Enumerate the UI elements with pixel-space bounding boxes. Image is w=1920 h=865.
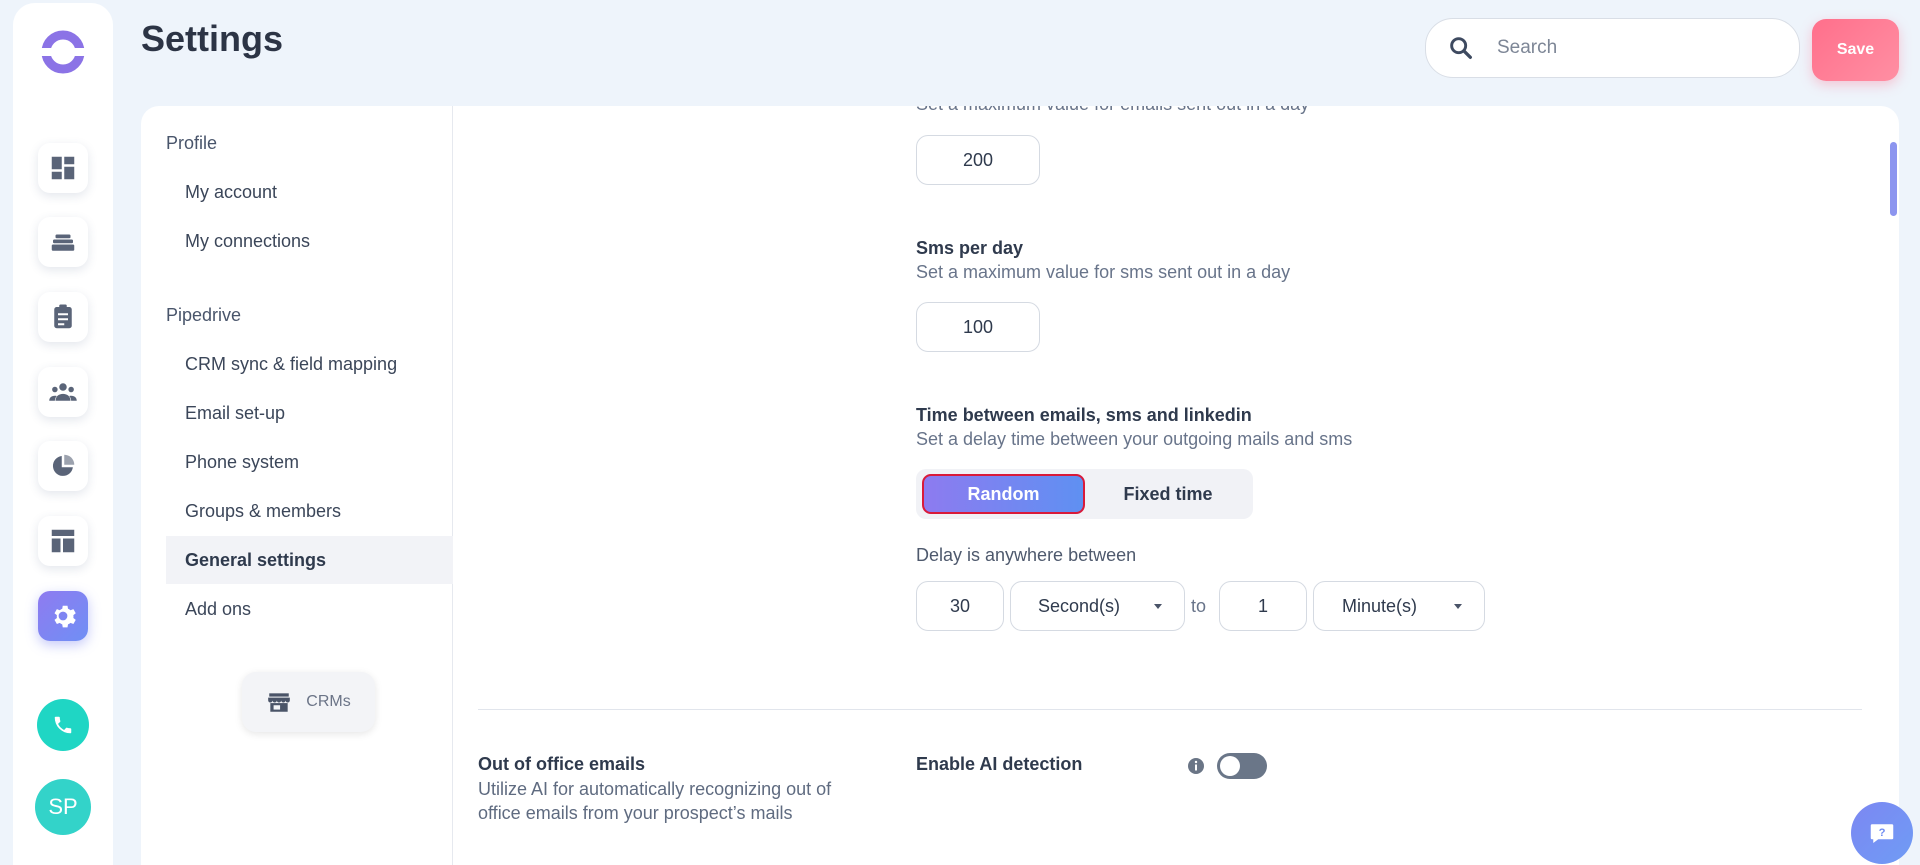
sms-per-day-label: Sms per day	[916, 238, 1024, 258]
svg-text:?: ?	[1879, 827, 1886, 839]
section-divider	[478, 709, 1862, 710]
nav-section-pipedrive: Pipedrive	[166, 305, 242, 325]
team-icon[interactable]	[38, 367, 88, 417]
delay-to-unit-value: Minute(s)	[1342, 595, 1418, 616]
save-button[interactable]: Save	[1812, 19, 1899, 81]
time-between-label: Time between emails, sms and linkedin	[916, 405, 1252, 425]
sms-per-day-desc: Set a maximum value for sms sent out in …	[916, 262, 1291, 282]
help-button[interactable]: ?	[1851, 802, 1913, 864]
help-chat-icon: ?	[1870, 824, 1894, 843]
layers-icon[interactable]	[38, 217, 88, 267]
nav-item-crm-sync[interactable]: CRM sync & field mapping	[166, 340, 453, 388]
time-between-desc: Set a delay time between your outgoing m…	[916, 429, 1353, 449]
gear-icon[interactable]	[38, 591, 88, 641]
crms-button[interactable]: CRMs	[242, 672, 375, 732]
app-logo[interactable]	[38, 27, 88, 77]
ai-detection-toggle[interactable]	[1217, 753, 1267, 779]
nav-item-my-account[interactable]: My account	[166, 168, 453, 216]
nav-item-general-settings[interactable]: General settings	[166, 536, 453, 584]
crms-label: CRMs	[306, 693, 351, 710]
nav-item-phone-system[interactable]: Phone system	[166, 438, 453, 486]
page-title: Settings	[141, 18, 284, 59]
emails-per-day-input[interactable]: 200	[916, 135, 1040, 185]
clipboard-icon[interactable]	[38, 292, 88, 342]
settings-card: Profile My account My connections Pipedr…	[141, 106, 1899, 865]
out-of-office-desc-line1: Utilize AI for automatically recognizing…	[478, 779, 832, 799]
to-label: to	[1191, 596, 1207, 616]
out-of-office-label: Out of office emails	[478, 754, 646, 774]
nav-item-add-ons[interactable]: Add ons	[166, 585, 453, 633]
random-mode-button[interactable]: Random	[922, 474, 1085, 514]
out-of-office-desc-line2: office emails from your prospect’s mails	[478, 803, 793, 823]
nav-item-groups-members[interactable]: Groups & members	[166, 487, 453, 535]
delay-mode-toggle: Random Fixed time	[916, 469, 1253, 519]
search-input[interactable]	[1497, 37, 1787, 59]
delay-from-unit-select[interactable]: Second(s)	[1010, 581, 1185, 631]
info-icon[interactable]	[1186, 756, 1206, 776]
enable-ai-detection-label: Enable AI detection	[916, 754, 1083, 774]
search-icon	[1450, 37, 1472, 59]
nav-item-my-connections[interactable]: My connections	[166, 217, 453, 265]
phone-icon[interactable]	[37, 699, 89, 751]
delay-to-unit-select[interactable]: Minute(s)	[1313, 581, 1485, 631]
chevron-down-icon	[1454, 604, 1462, 609]
emails-per-day-desc: Set a maximum value for emails sent out …	[916, 106, 1309, 115]
chevron-down-icon	[1154, 604, 1162, 609]
pie-chart-icon[interactable]	[38, 441, 88, 491]
nav-section-profile: Profile	[166, 133, 218, 153]
delay-from-unit-value: Second(s)	[1038, 595, 1121, 616]
nav-item-email-setup[interactable]: Email set-up	[166, 389, 453, 437]
delay-range-label: Delay is anywhere between	[916, 545, 1137, 565]
general-settings-content: Set a maximum value for emails sent out …	[453, 106, 1899, 865]
delay-from-input[interactable]: 30	[916, 581, 1004, 631]
layout-icon[interactable]	[38, 516, 88, 566]
search-box[interactable]	[1425, 18, 1800, 78]
store-icon	[268, 693, 291, 712]
dashboard-icon[interactable]	[38, 143, 88, 193]
sms-per-day-input[interactable]: 100	[916, 302, 1040, 352]
app-rail: SP	[13, 3, 113, 865]
settings-nav: Profile My account My connections Pipedr…	[141, 106, 453, 865]
avatar[interactable]: SP	[35, 779, 91, 835]
scrollbar-thumb[interactable]	[1890, 142, 1897, 216]
delay-to-input[interactable]: 1	[1219, 581, 1307, 631]
fixed-time-mode-button[interactable]: Fixed time	[1085, 474, 1251, 514]
